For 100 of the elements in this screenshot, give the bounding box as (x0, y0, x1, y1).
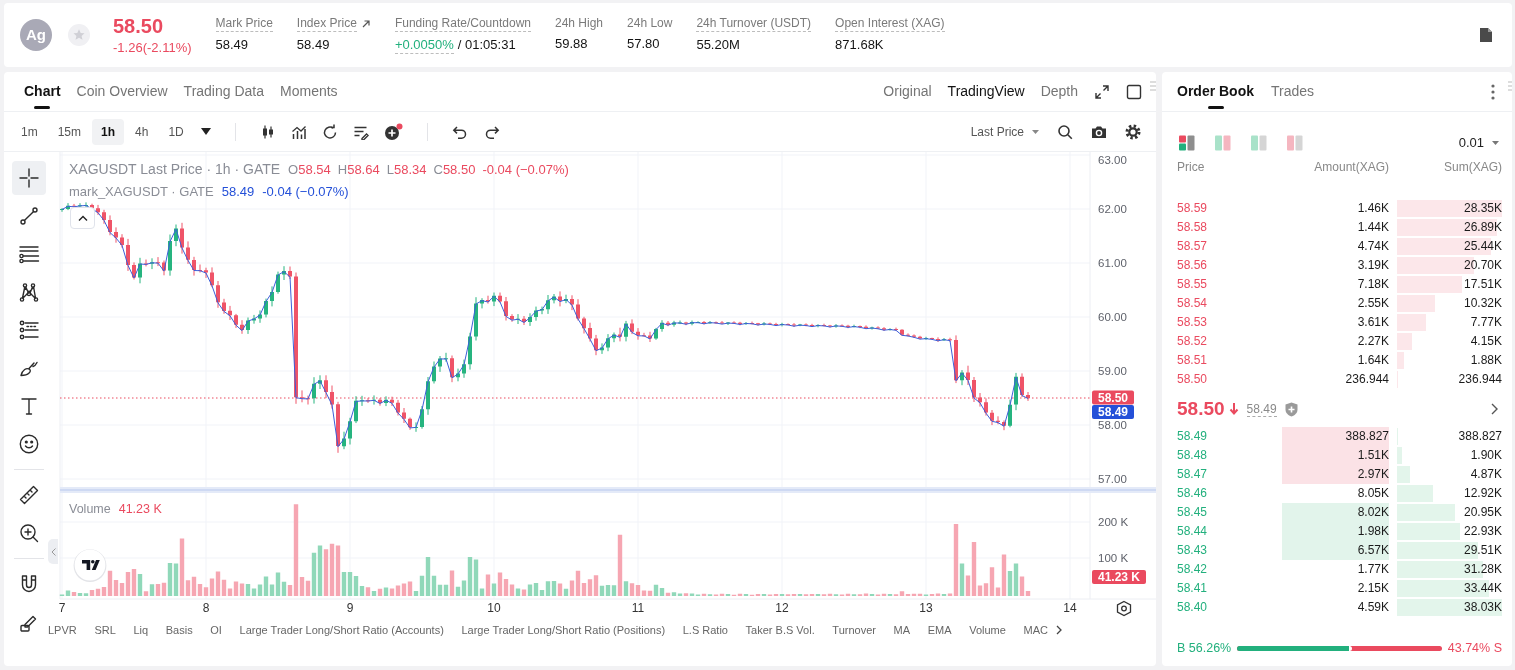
order-price[interactable]: 58.54 (1177, 296, 1208, 310)
volume-title: Volume (69, 501, 111, 518)
split-view-icon[interactable] (1179, 135, 1195, 151)
order-price[interactable]: 58.49 (1177, 429, 1208, 443)
collapse-handle[interactable] (48, 539, 58, 564)
ohlc-value: 58.34 (393, 161, 427, 179)
search-icon[interactable] (1057, 123, 1073, 140)
order-price[interactable]: 58.59 (1177, 201, 1208, 215)
price-change: -1.26(-2.11%) (113, 40, 192, 56)
chart-tab[interactable]: Trading Data (183, 71, 264, 112)
price-axis-label: 63.00 (1098, 154, 1127, 166)
caret-down-icon[interactable] (200, 128, 211, 135)
expand-icon[interactable] (1094, 83, 1110, 100)
order-book-tab[interactable]: Trades (1271, 71, 1315, 112)
mark-price-tag: 58.49 (1092, 405, 1134, 419)
interval-button[interactable]: 1m (12, 118, 47, 145)
square-icon[interactable] (1126, 83, 1142, 100)
settings-icon[interactable] (1116, 600, 1132, 617)
depth-bar (1397, 447, 1403, 464)
kebab-menu-icon[interactable] (1491, 83, 1495, 100)
shield-icon[interactable] (1284, 401, 1298, 417)
order-price[interactable]: 58.56 (1177, 258, 1208, 272)
order-price[interactable]: 58.45 (1177, 505, 1208, 519)
external-link-icon[interactable] (360, 19, 371, 29)
indicator-link[interactable]: OI (210, 621, 222, 639)
indicator-link[interactable]: Large Trader Long/Short Ratio (Accounts) (239, 621, 444, 639)
text-tool-icon (18, 395, 40, 417)
order-price[interactable]: 58.46 (1177, 486, 1208, 500)
mid-price: 58.50 (1177, 396, 1225, 421)
order-price[interactable]: 58.44 (1177, 524, 1208, 538)
order-price[interactable]: 58.52 (1177, 334, 1208, 348)
price-axis-label: 60.00 (1098, 311, 1127, 323)
indicator-link[interactable]: LPVR (48, 621, 77, 639)
chevron-right-icon[interactable] (1491, 403, 1498, 415)
indicator-link[interactable]: Liq (133, 621, 149, 639)
tick-size-dropdown[interactable]: 0.01 (1458, 133, 1484, 153)
time-axis-label: 12 (775, 601, 789, 615)
indicator-link[interactable]: Taker B.S Vol. (745, 621, 815, 639)
coin-avatar: Ag (20, 19, 52, 51)
collapse-legend-button[interactable] (70, 207, 95, 229)
view-tab[interactable]: Depth (1040, 81, 1078, 102)
drag-handle-icon[interactable] (1150, 80, 1156, 92)
order-price[interactable]: 58.53 (1177, 315, 1208, 329)
order-price[interactable]: 58.42 (1177, 562, 1208, 576)
ohlc-label: L (386, 161, 394, 179)
indicator-link[interactable]: Turnover (832, 621, 876, 639)
chart-indicator-icon[interactable] (290, 123, 307, 140)
chart-tab[interactable]: Chart (24, 71, 61, 112)
chevron-right-icon[interactable] (1056, 625, 1062, 635)
indicator-link[interactable]: Basis (165, 621, 193, 639)
order-price[interactable]: 58.48 (1177, 448, 1208, 462)
price-axis-label: 58.00 (1098, 419, 1127, 431)
time-axis-label: 14 (1063, 601, 1077, 615)
order-price[interactable]: 58.57 (1177, 239, 1208, 253)
indicator-link[interactable]: MAC (1023, 621, 1048, 639)
order-price[interactable]: 58.41 (1177, 581, 1208, 595)
chart-tab[interactable]: Moments (280, 71, 338, 112)
interval-button[interactable]: 4h (126, 118, 158, 145)
order-price[interactable]: 58.50 (1177, 372, 1208, 386)
camera-icon[interactable] (1091, 124, 1107, 139)
order-price[interactable]: 58.43 (1177, 543, 1208, 557)
interval-button[interactable]: 1h (92, 118, 125, 145)
undo-icon[interactable] (451, 123, 468, 140)
indicator-link[interactable]: L.S Ratio (682, 621, 728, 639)
document-icon[interactable] (1479, 27, 1493, 43)
ruler-icon (18, 484, 40, 506)
gear-icon[interactable] (1125, 123, 1141, 140)
indicator-link[interactable]: SRL (94, 621, 116, 639)
chart-tab[interactable]: Coin Overview (76, 71, 168, 112)
stat-label: Mark Price (215, 16, 273, 32)
circular-arrow-icon[interactable] (321, 123, 338, 140)
order-sum: 31.28K (1463, 561, 1502, 578)
order-price[interactable]: 58.55 (1177, 277, 1208, 291)
order-price[interactable]: 58.47 (1177, 467, 1208, 481)
add-indicator-icon[interactable] (383, 123, 403, 140)
indicator-link[interactable]: Volume (969, 621, 1006, 639)
order-sum: 7.77K (1470, 314, 1502, 331)
order-price[interactable]: 58.40 (1177, 600, 1208, 614)
order-sum: 33.44K (1463, 580, 1502, 597)
indicator-link[interactable]: Large Trader Long/Short Ratio (Positions) (461, 621, 666, 639)
order-book-tab[interactable]: Order Book (1177, 71, 1254, 112)
time-axis-label: 9 (346, 601, 354, 615)
depth-bar (1397, 314, 1426, 331)
interval-button[interactable]: 1D (159, 118, 193, 145)
column-header: Price (1177, 160, 1205, 174)
indicator-link[interactable]: EMA (927, 621, 952, 639)
order-price[interactable]: 58.51 (1177, 353, 1208, 367)
order-amount: 2.97K (1282, 465, 1389, 484)
order-amount: 1.51K (1282, 446, 1389, 465)
view-tab[interactable]: Original (883, 81, 932, 102)
view-tab[interactable]: TradingView (947, 81, 1025, 102)
price-source-dropdown[interactable]: Last Price (970, 122, 1024, 141)
order-amount: 2.55K (1357, 296, 1389, 310)
logo-icon[interactable] (73, 548, 107, 582)
stat-value: 57.80 (627, 36, 660, 52)
order-price[interactable]: 58.58 (1177, 220, 1208, 234)
indicator-link[interactable]: MA (893, 621, 911, 639)
redo-icon[interactable] (483, 123, 500, 140)
interval-button[interactable]: 15m (48, 118, 90, 145)
buy-ratio: B 56.26% (1177, 639, 1232, 657)
